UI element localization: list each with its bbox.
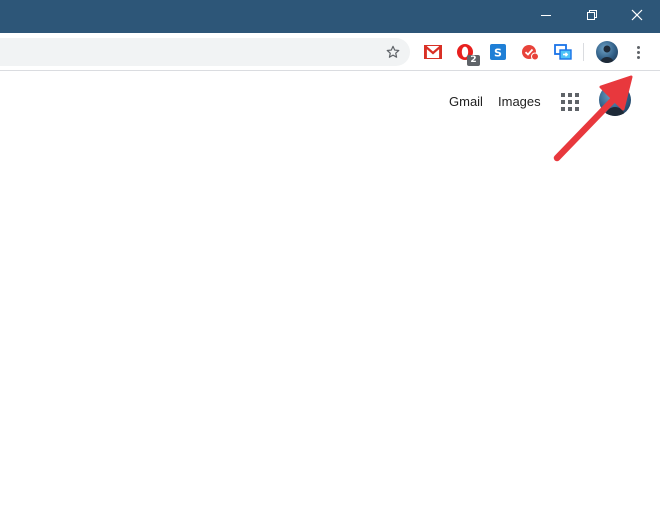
opera-extension-button[interactable]: 2: [455, 42, 480, 66]
svg-text:S: S: [494, 46, 502, 59]
restore-button[interactable]: [569, 0, 615, 30]
close-icon: [631, 9, 643, 21]
annotation-arrow: [553, 75, 633, 162]
address-bar[interactable]: [0, 38, 410, 66]
close-button[interactable]: [614, 0, 660, 30]
avatar-icon: [600, 45, 614, 63]
extension-badge: 2: [467, 55, 480, 66]
images-link[interactable]: Images: [498, 94, 541, 109]
minimize-button[interactable]: [523, 0, 569, 30]
todo-extension-button[interactable]: [520, 42, 540, 62]
skype-extension-button[interactable]: S: [488, 42, 508, 62]
todo-extension-icon: [522, 45, 539, 61]
toolbar-separator: [583, 43, 584, 61]
gmail-link[interactable]: Gmail: [449, 94, 483, 109]
screen-capture-extension-button[interactable]: [553, 42, 573, 62]
profile-avatar-button[interactable]: [596, 41, 618, 63]
gmail-extension-icon: [424, 45, 442, 59]
menu-dot: [636, 45, 640, 49]
star-icon: [386, 45, 400, 58]
gmail-extension-button[interactable]: [423, 42, 443, 62]
skype-extension-icon: S: [490, 44, 506, 60]
screen-capture-extension-icon: [554, 44, 572, 60]
menu-dot: [636, 50, 640, 54]
chrome-menu-button[interactable]: [629, 43, 647, 61]
bookmark-star-button[interactable]: [384, 43, 402, 61]
browser-toolbar: 2 S: [0, 33, 660, 71]
minimize-icon: [541, 15, 551, 16]
menu-dot: [636, 55, 640, 59]
restore-icon: [587, 10, 597, 20]
window-titlebar: [0, 0, 660, 33]
